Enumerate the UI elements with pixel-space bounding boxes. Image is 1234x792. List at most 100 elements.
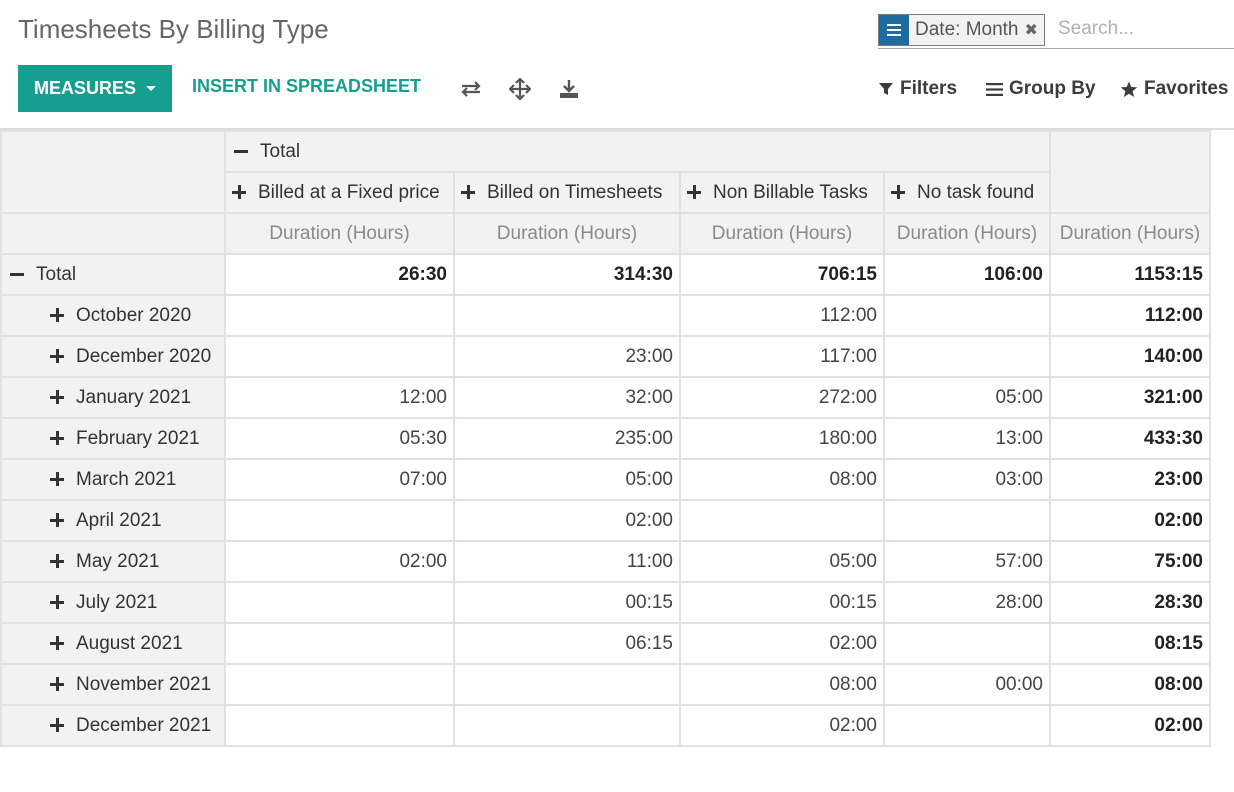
row-total-cell[interactable]: 28:30 xyxy=(1049,581,1211,624)
pivot-cell[interactable]: 00:00 xyxy=(883,663,1051,706)
measure-header[interactable]: Duration (Hours) xyxy=(453,212,681,255)
filters-label: Filters xyxy=(900,78,958,99)
col-header-2[interactable]: Non Billable Tasks xyxy=(679,171,885,214)
row-total-cell[interactable]: 433:30 xyxy=(1049,417,1211,460)
pivot-cell[interactable] xyxy=(224,335,455,378)
pivot-cell[interactable]: 08:00 xyxy=(679,663,885,706)
measure-header[interactable]: Duration (Hours) xyxy=(883,212,1051,255)
row-header[interactable]: Total xyxy=(0,253,226,296)
row-header[interactable]: November 2021 xyxy=(0,663,226,706)
row-header[interactable]: December 2021 xyxy=(0,704,226,747)
row-header[interactable]: May 2021 xyxy=(0,540,226,583)
row-header[interactable]: August 2021 xyxy=(0,622,226,665)
row-total-cell[interactable]: 08:00 xyxy=(1049,663,1211,706)
pivot-cell[interactable]: 02:00 xyxy=(453,499,681,542)
row-header[interactable]: February 2021 xyxy=(0,417,226,460)
pivot-cell[interactable]: 08:00 xyxy=(679,458,885,501)
row-total-cell[interactable]: 75:00 xyxy=(1049,540,1211,583)
col-header-0[interactable]: Billed at a Fixed price xyxy=(224,171,455,214)
pivot-cell[interactable] xyxy=(883,499,1051,542)
insert-in-spreadsheet-button[interactable]: INSERT IN SPREADSHEET xyxy=(192,76,421,97)
row-total-cell[interactable]: 23:00 xyxy=(1049,458,1211,501)
measure-header[interactable]: Duration (Hours) xyxy=(1049,212,1211,255)
search-input[interactable] xyxy=(1054,14,1234,44)
row-total-cell[interactable]: 1153:15 xyxy=(1049,253,1211,296)
pivot-cell[interactable] xyxy=(883,335,1051,378)
row-total-cell[interactable]: 321:00 xyxy=(1049,376,1211,419)
measure-header[interactable]: Duration (Hours) xyxy=(679,212,885,255)
row-header-label: November 2021 xyxy=(76,673,212,695)
pivot-cell[interactable]: 06:15 xyxy=(453,622,681,665)
pivot-cell[interactable] xyxy=(453,294,681,337)
row-total-cell[interactable]: 140:00 xyxy=(1049,335,1211,378)
favorites-button[interactable]: Favorites xyxy=(1120,78,1228,100)
plus-icon xyxy=(232,185,246,200)
pivot-cell[interactable]: 02:00 xyxy=(679,704,885,747)
pivot-cell[interactable]: 23:00 xyxy=(453,335,681,378)
pivot-cell[interactable] xyxy=(883,704,1051,747)
pivot-cell[interactable] xyxy=(453,704,681,747)
col-header-3[interactable]: No task found xyxy=(883,171,1051,214)
pivot-cell[interactable] xyxy=(453,663,681,706)
pivot-cell[interactable]: 12:00 xyxy=(224,376,455,419)
pivot-cell[interactable] xyxy=(224,581,455,624)
plus-icon xyxy=(50,595,64,610)
pivot-cell[interactable]: 57:00 xyxy=(883,540,1051,583)
pivot-cell[interactable]: 00:15 xyxy=(679,581,885,624)
pivot-cell[interactable]: 05:00 xyxy=(453,458,681,501)
pivot-cell[interactable]: 706:15 xyxy=(679,253,885,296)
pivot-cell[interactable]: 02:00 xyxy=(679,622,885,665)
flip-axis-icon[interactable] xyxy=(458,76,484,102)
pivot-cell[interactable] xyxy=(224,704,455,747)
pivot-cell[interactable]: 112:00 xyxy=(679,294,885,337)
pivot-cell[interactable]: 07:00 xyxy=(224,458,455,501)
row-total-cell[interactable]: 02:00 xyxy=(1049,704,1211,747)
star-icon xyxy=(1120,81,1138,97)
row-total-cell[interactable]: 02:00 xyxy=(1049,499,1211,542)
pivot-cell[interactable]: 13:00 xyxy=(883,417,1051,460)
pivot-cell[interactable] xyxy=(224,622,455,665)
filters-button[interactable]: Filters xyxy=(878,78,957,100)
row-header-label: February 2021 xyxy=(76,427,200,449)
pivot-cell[interactable]: 05:30 xyxy=(224,417,455,460)
pivot-cell[interactable]: 00:15 xyxy=(453,581,681,624)
pivot-cell[interactable] xyxy=(224,663,455,706)
measure-header[interactable]: Duration (Hours) xyxy=(224,212,455,255)
pivot-cell[interactable]: 117:00 xyxy=(679,335,885,378)
pivot-cell[interactable] xyxy=(224,294,455,337)
groupby-button[interactable]: Group By xyxy=(986,78,1096,100)
row-header[interactable]: January 2021 xyxy=(0,376,226,419)
pivot-cell[interactable]: 235:00 xyxy=(453,417,681,460)
row-header[interactable]: March 2021 xyxy=(0,458,226,501)
pivot-cell[interactable]: 03:00 xyxy=(883,458,1051,501)
row-total-cell[interactable]: 112:00 xyxy=(1049,294,1211,337)
row-header[interactable]: April 2021 xyxy=(0,499,226,542)
search-facet[interactable]: Date: Month ✖ xyxy=(878,14,1045,46)
filter-icon xyxy=(879,83,893,95)
col-header-total[interactable]: Total xyxy=(224,130,1051,173)
pivot-cell[interactable]: 180:00 xyxy=(679,417,885,460)
row-header[interactable]: October 2020 xyxy=(0,294,226,337)
pivot-cell[interactable]: 28:00 xyxy=(883,581,1051,624)
pivot-cell[interactable]: 05:00 xyxy=(883,376,1051,419)
expand-all-icon[interactable] xyxy=(507,76,533,102)
pivot-cell[interactable]: 11:00 xyxy=(453,540,681,583)
measures-button[interactable]: MEASURES xyxy=(18,65,172,112)
row-header[interactable]: December 2020 xyxy=(0,335,226,378)
row-header[interactable]: July 2021 xyxy=(0,581,226,624)
pivot-cell[interactable]: 106:00 xyxy=(883,253,1051,296)
pivot-cell[interactable] xyxy=(883,622,1051,665)
pivot-cell[interactable] xyxy=(224,499,455,542)
pivot-cell[interactable]: 05:00 xyxy=(679,540,885,583)
pivot-cell[interactable] xyxy=(679,499,885,542)
pivot-cell[interactable]: 02:00 xyxy=(224,540,455,583)
pivot-cell[interactable]: 32:00 xyxy=(453,376,681,419)
pivot-cell[interactable]: 26:30 xyxy=(224,253,455,296)
close-icon[interactable]: ✖ xyxy=(1025,20,1044,40)
pivot-cell[interactable]: 314:30 xyxy=(453,253,681,296)
pivot-cell[interactable]: 272:00 xyxy=(679,376,885,419)
row-total-cell[interactable]: 08:15 xyxy=(1049,622,1211,665)
col-header-1[interactable]: Billed on Timesheets xyxy=(453,171,681,214)
download-icon[interactable] xyxy=(556,76,582,102)
pivot-cell[interactable] xyxy=(883,294,1051,337)
